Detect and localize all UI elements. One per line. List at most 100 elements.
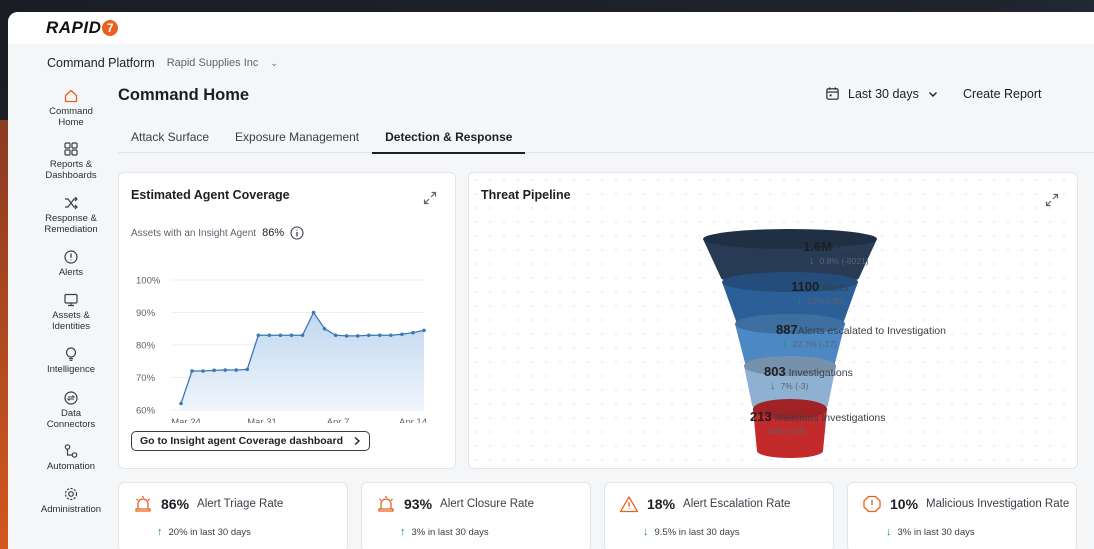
coverage-point <box>267 333 272 338</box>
y-tick-label: 70% <box>136 373 156 384</box>
automation-icon <box>64 444 78 458</box>
arrow-down-icon: ↓ <box>797 295 803 307</box>
coverage-point <box>289 333 294 338</box>
home-icon <box>64 89 78 103</box>
coverage-point <box>322 326 327 331</box>
rapid7-logo[interactable]: RAPID 7 <box>46 18 119 38</box>
stat-alert-closure-rate[interactable]: 93% Alert Closure Rate ↑ 3% in last 30 da… <box>361 482 591 549</box>
chevron-down-icon <box>928 91 937 97</box>
coverage-point <box>411 330 415 335</box>
context-switcher[interactable]: Command Platform Rapid Supplies Inc ⌄ <box>47 56 278 70</box>
left-accent-bar <box>0 120 8 549</box>
warning-icon <box>619 496 639 513</box>
pipeline-stage-logs[interactable]: 1.6M Logs ↓ 0.8% (-8021) <box>803 239 869 267</box>
assets-pct: 86% <box>262 227 285 239</box>
x-tick-label: Apr 14 <box>399 417 427 423</box>
page-title: Command Home <box>118 86 250 104</box>
coverage-point <box>389 333 393 338</box>
tab-attack-surface[interactable]: Attack Surface <box>118 128 222 154</box>
coverage-dashboard-button[interactable]: Go to Insight agent Coverage dashboard <box>131 431 371 451</box>
coverage-point <box>400 332 404 337</box>
sidebar-item-assets[interactable]: Assets & Identities <box>8 292 134 332</box>
coverage-point <box>234 368 239 372</box>
tab-bar: Attack Surface Exposure Management Detec… <box>118 128 526 154</box>
tab-detection-response[interactable]: Detection & Response <box>372 128 526 154</box>
x-tick-label: Mar 24 <box>171 417 201 423</box>
arrow-down-icon: ↓ <box>809 255 815 267</box>
sidebar-item-command-home[interactable]: Command Home <box>8 88 134 128</box>
create-report-button[interactable]: Create Report <box>963 87 1042 101</box>
x-tick-label: Mar 31 <box>247 417 277 423</box>
monitor-icon <box>64 293 78 307</box>
arrow-up-icon: ↑ <box>756 425 762 437</box>
bulb-icon <box>65 347 77 361</box>
sidebar-item-response[interactable]: Response & Remediation <box>8 195 134 235</box>
coverage-point <box>333 333 338 338</box>
stat-alert-escalation-rate[interactable]: 18% Alert Escalation Rate ↓ 9.5% in last … <box>604 482 834 549</box>
date-range-label: Last 30 days <box>848 86 919 101</box>
coverage-point <box>223 368 227 372</box>
sidebar-item-data-connectors[interactable]: Data Connectors <box>8 390 134 430</box>
coverage-point <box>278 333 283 338</box>
y-tick-label: 80% <box>136 341 156 352</box>
sidebar-item-administration[interactable]: Administration <box>8 486 134 516</box>
coverage-point <box>179 401 183 406</box>
y-tick-label: 90% <box>136 308 156 319</box>
info-icon[interactable] <box>290 226 304 240</box>
y-tick-label: 60% <box>136 406 156 417</box>
stat-malicious-investigation-rate[interactable]: 10% Malicious Investigation Rate ↓ 3% in … <box>847 482 1077 549</box>
arrow-down-icon: ↓ <box>886 526 892 538</box>
dashboard-icon <box>64 142 78 156</box>
arrow-up-icon: ↑ <box>157 526 163 538</box>
coverage-point <box>256 333 261 338</box>
threat-pipeline-card: Threat Pipeline 1.6M Logs ↓ 0.8% (-8021) … <box>468 172 1078 469</box>
coverage-point <box>245 367 250 372</box>
y-tick-label: 100% <box>136 276 161 287</box>
siren-icon <box>135 496 151 512</box>
calendar-icon <box>826 87 839 100</box>
coverage-point <box>190 369 194 373</box>
arrow-down-icon: ↓ <box>782 338 788 350</box>
top-bar: RAPID 7 <box>8 12 1094 44</box>
coverage-point <box>300 333 305 338</box>
gear-icon <box>64 487 78 501</box>
coverage-point <box>366 333 371 338</box>
coverage-point <box>344 334 349 338</box>
coverage-area <box>181 312 424 410</box>
sidebar-item-reports[interactable]: Reports & Dashboards <box>8 141 134 181</box>
x-tick-label: Apr 7 <box>327 417 350 423</box>
tab-exposure-management[interactable]: Exposure Management <box>222 128 372 154</box>
coverage-chart: 100% 90% 80% 70% 60% Mar 24 Mar 31 Apr 7 Apr 14 <box>136 276 427 424</box>
expand-icon[interactable] <box>423 191 437 205</box>
sidebar-item-intelligence[interactable]: Intelligence <box>8 346 134 376</box>
chevron-right-icon <box>354 436 361 446</box>
arrow-down-icon: ↓ <box>643 526 649 538</box>
connector-icon <box>64 391 78 405</box>
siren-icon <box>378 496 394 512</box>
pipeline-stage-escalated[interactable]: 887Alerts escalated to Investigation ↓ 22… <box>776 322 946 350</box>
stat-alert-triage-rate[interactable]: 86% Alert Triage Rate ↑ 20% in last 30 da… <box>118 482 348 549</box>
alert-icon <box>64 250 78 264</box>
pipeline-stage-malicious[interactable]: 213 Malicious Investigations ↑ 15% (+23) <box>750 409 886 437</box>
org-selector[interactable]: Rapid Supplies Inc <box>167 57 259 69</box>
coverage-point <box>355 334 360 338</box>
coverage-card-title: Estimated Agent Coverage <box>131 188 290 202</box>
shuffle-icon <box>65 196 78 210</box>
platform-name: Command Platform <box>47 56 155 70</box>
sidebar-item-alerts[interactable]: Alerts <box>8 249 134 279</box>
coverage-point <box>311 310 316 315</box>
pipeline-stage-investigations[interactable]: 803 Investigations ↓ 7% (-3) <box>764 364 853 392</box>
chevron-down-icon[interactable]: ⌄ <box>270 58 278 69</box>
pipeline-stage-alerts[interactable]: 1100 Alerts ↓ 12% (-80) <box>791 279 848 307</box>
date-range-selector[interactable]: Last 30 days <box>825 86 939 101</box>
coverage-point <box>212 368 216 373</box>
assets-with-agent: Assets with an Insight Agent 86% <box>131 226 304 240</box>
coverage-point <box>422 328 426 333</box>
sidebar-item-automation[interactable]: Automation <box>8 443 134 473</box>
agent-coverage-card: Estimated Agent Coverage Assets with an … <box>118 172 456 469</box>
arrow-down-icon: ↓ <box>770 380 776 392</box>
arrow-up-icon: ↑ <box>400 526 406 538</box>
coverage-point <box>378 333 382 338</box>
octagon-alert-icon <box>863 495 881 513</box>
app-window: RAPID 7 Command Platform Rapid Supplies I… <box>8 12 1094 549</box>
